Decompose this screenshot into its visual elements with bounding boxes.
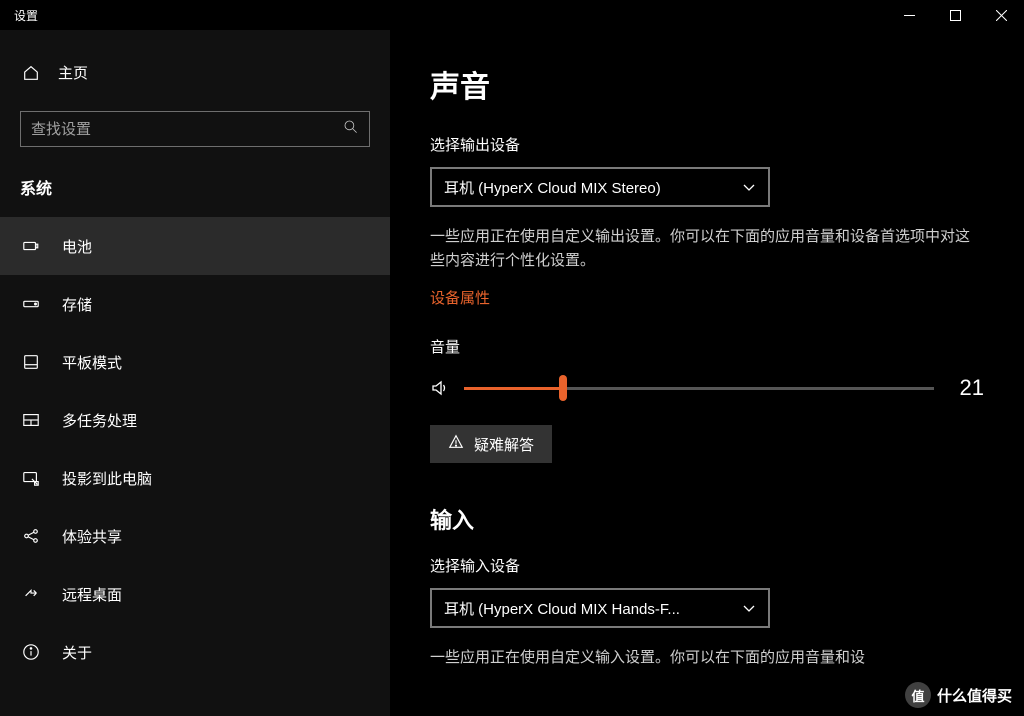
sidebar-item-share[interactable]: 体验共享 (0, 507, 390, 565)
volume-label: 音量 (430, 336, 984, 357)
input-device-dropdown[interactable]: 耳机 (HyperX Cloud MIX Hands-F... (430, 588, 770, 628)
speaker-icon[interactable] (430, 378, 450, 398)
chevron-down-icon (742, 601, 756, 615)
sidebar-item-label: 电池 (62, 236, 92, 257)
home-icon (22, 64, 40, 82)
output-description: 一些应用正在使用自定义输出设置。你可以在下面的应用音量和设备首选项中对这些内容进… (430, 225, 984, 273)
page-title: 声音 (430, 62, 984, 106)
volume-slider[interactable] (464, 378, 934, 398)
search-input[interactable] (31, 121, 343, 138)
storage-icon (22, 295, 40, 313)
search-box[interactable] (20, 111, 370, 147)
project-icon (22, 469, 40, 487)
tablet-icon (22, 353, 40, 371)
sidebar-item-project[interactable]: 投影到此电脑 (0, 449, 390, 507)
output-device-label: 选择输出设备 (430, 134, 984, 155)
sidebar-item-label: 投影到此电脑 (62, 468, 152, 489)
chevron-down-icon (742, 180, 756, 194)
sidebar-item-label: 远程桌面 (62, 584, 122, 605)
home-label: 主页 (58, 62, 88, 83)
sidebar-item-tablet[interactable]: 平板模式 (0, 333, 390, 391)
input-heading: 输入 (430, 503, 984, 535)
device-properties-link[interactable]: 设备属性 (430, 287, 984, 308)
troubleshoot-label: 疑难解答 (474, 434, 534, 455)
watermark-text: 什么值得买 (937, 685, 1012, 706)
about-icon (22, 643, 40, 661)
remote-icon (22, 585, 40, 603)
sidebar-item-remote[interactable]: 远程桌面 (0, 565, 390, 623)
troubleshoot-button[interactable]: 疑难解答 (430, 425, 552, 463)
watermark-badge: 值 (905, 682, 931, 708)
sidebar-item-storage[interactable]: 存储 (0, 275, 390, 333)
output-device-dropdown[interactable]: 耳机 (HyperX Cloud MIX Stereo) (430, 167, 770, 207)
title-bar: 设置 (0, 0, 1024, 30)
output-device-selected: 耳机 (HyperX Cloud MIX Stereo) (444, 177, 661, 198)
warning-icon (448, 434, 464, 454)
slider-thumb[interactable] (559, 375, 567, 401)
search-icon (343, 119, 359, 140)
battery-icon (22, 237, 40, 255)
watermark: 值 什么值得买 (905, 682, 1012, 708)
sidebar-section-title: 系统 (0, 165, 390, 217)
input-device-label: 选择输入设备 (430, 555, 984, 576)
input-device-selected: 耳机 (HyperX Cloud MIX Hands-F... (444, 598, 680, 619)
home-link[interactable]: 主页 (0, 50, 390, 95)
input-description: 一些应用正在使用自定义输入设置。你可以在下面的应用音量和设 (430, 646, 984, 670)
minimize-button[interactable] (886, 0, 932, 30)
maximize-button[interactable] (932, 0, 978, 30)
close-button[interactable] (978, 0, 1024, 30)
volume-value: 21 (948, 375, 984, 401)
sidebar-item-battery[interactable]: 电池 (0, 217, 390, 275)
sidebar: 主页 系统 电池存储平板模式多任务处理投影到此电脑体验共享远程桌面关于 (0, 30, 390, 716)
sidebar-item-label: 存储 (62, 294, 92, 315)
sidebar-item-label: 关于 (62, 642, 92, 663)
multitask-icon (22, 411, 40, 429)
sidebar-item-label: 体验共享 (62, 526, 122, 547)
sidebar-item-label: 平板模式 (62, 352, 122, 373)
window-title: 设置 (0, 7, 38, 24)
sidebar-item-label: 多任务处理 (62, 410, 137, 431)
main-panel: 声音 选择输出设备 耳机 (HyperX Cloud MIX Stereo) 一… (390, 30, 1024, 716)
sidebar-item-about[interactable]: 关于 (0, 623, 390, 681)
share-icon (22, 527, 40, 545)
sidebar-item-multitask[interactable]: 多任务处理 (0, 391, 390, 449)
